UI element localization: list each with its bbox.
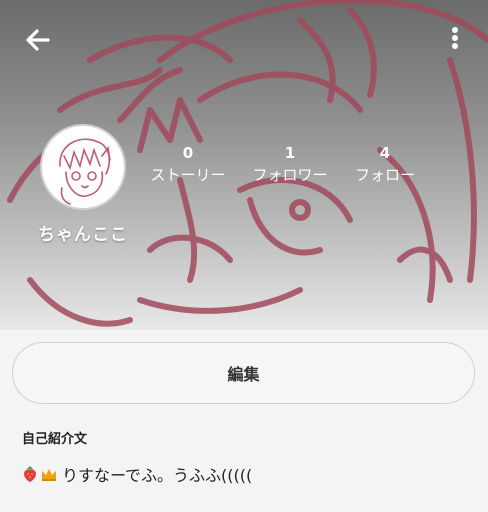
following-label: フォロー	[354, 166, 415, 184]
stat-stories[interactable]: 0 ストーリー	[143, 144, 233, 186]
back-button[interactable]	[20, 22, 56, 58]
username: ちゃんここ	[38, 225, 128, 245]
strawberry-icon	[24, 466, 36, 482]
profile-header: ちゃんここ 0 ストーリー 1 フォロワー 4 フォロー	[0, 0, 488, 330]
bio-heading: 自己紹介文	[22, 432, 88, 447]
back-arrow-icon	[26, 29, 50, 51]
bio-text-line: りすなーでふ。うふふ(((((	[22, 462, 252, 486]
stat-following[interactable]: 4 フォロー	[340, 144, 430, 186]
avatar-illustration	[59, 138, 111, 205]
avatar[interactable]	[40, 124, 126, 210]
bio-text: りすなーでふ。うふふ(((((	[62, 466, 253, 485]
edit-profile-button[interactable]: 編集	[12, 342, 475, 404]
more-vertical-icon	[452, 27, 458, 49]
followers-label: フォロワー	[252, 166, 328, 184]
stories-label: ストーリー	[150, 166, 226, 184]
more-options-button[interactable]	[440, 20, 470, 56]
following-count: 4	[379, 144, 391, 162]
stat-followers[interactable]: 1 フォロワー	[245, 144, 335, 186]
followers-count: 1	[284, 144, 296, 162]
stories-count: 0	[182, 144, 194, 162]
crown-icon	[42, 469, 56, 481]
